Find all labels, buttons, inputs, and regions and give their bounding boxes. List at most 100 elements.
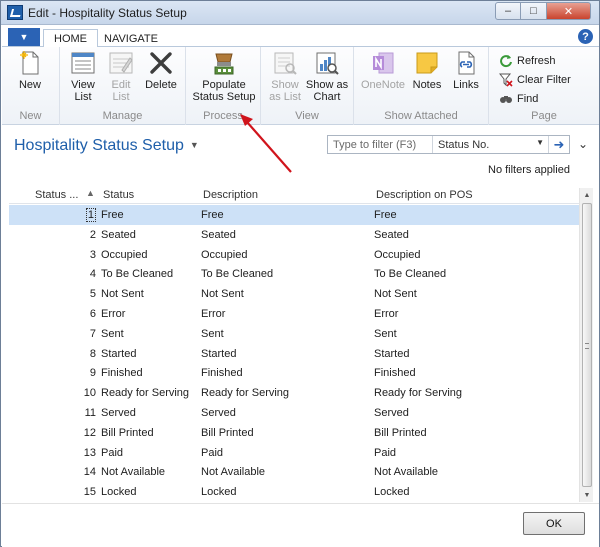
filter-field-select[interactable]: Status No. ▼ [433,136,548,153]
cell-status-no[interactable]: 12 [69,427,96,439]
cell-status[interactable]: To Be Cleaned [101,268,173,280]
column-header-description-on-pos[interactable]: Description on POS [376,189,473,201]
cell-status-no[interactable]: 15 [69,486,96,498]
cell-status-no[interactable]: 9 [69,367,96,379]
help-icon[interactable]: ? [578,29,593,44]
cell-description[interactable]: Started [201,348,236,360]
new-button[interactable]: New [11,50,49,91]
cell-description[interactable]: Not Available [201,466,265,478]
cell-status[interactable]: Occupied [101,249,147,261]
cell-status[interactable]: Sent [101,328,124,340]
edit-list-button[interactable]: Edit List [104,50,138,103]
maximize-button[interactable]: □ [521,2,547,20]
application-menu-button[interactable]: ▼ [8,28,40,46]
clear-filter-button[interactable]: Clear Filter [499,70,571,89]
cell-description-on-pos[interactable]: Error [374,308,398,320]
cell-description[interactable]: Error [201,308,225,320]
onenote-button[interactable]: OneNote [360,50,406,91]
table-row[interactable]: 1 Free Free Free [9,205,579,225]
cell-status[interactable]: Ready for Serving [101,387,189,399]
table-row[interactable]: 8 Started Started Started [9,344,579,364]
cell-description-on-pos[interactable]: Seated [374,229,409,241]
find-button[interactable]: Find [499,89,571,108]
page-title[interactable]: Hospitality Status Setup ▼ [14,137,199,155]
links-button[interactable]: Links [449,50,483,91]
cell-status-no[interactable]: 8 [69,348,96,360]
filter-input[interactable] [328,136,433,153]
cell-description-on-pos[interactable]: Bill Printed [374,427,427,439]
tab-home[interactable]: HOME [43,29,98,48]
page-title-dropdown-icon[interactable]: ▼ [190,140,199,150]
table-row[interactable]: 6 Error Error Error [9,304,579,324]
cell-status-no[interactable]: 5 [69,288,96,300]
cell-status[interactable]: Locked [101,486,136,498]
cell-description-on-pos[interactable]: Locked [374,486,409,498]
cell-description[interactable]: To Be Cleaned [201,268,273,280]
table-row[interactable]: 3 Occupied Occupied Occupied [9,245,579,265]
cell-description-on-pos[interactable]: To Be Cleaned [374,268,446,280]
ok-button[interactable]: OK [523,512,585,535]
scroll-up-icon[interactable]: ▲ [580,188,594,202]
cell-description[interactable]: Sent [201,328,224,340]
cell-description[interactable]: Served [201,407,236,419]
cell-status-no[interactable]: 10 [69,387,96,399]
table-row[interactable]: 5 Not Sent Not Sent Not Sent [9,284,579,304]
cell-description[interactable]: Paid [201,447,223,459]
view-list-button[interactable]: View List [66,50,100,103]
cell-description[interactable]: Not Sent [201,288,244,300]
cell-description[interactable]: Locked [201,486,236,498]
filter-apply-arrow-icon[interactable]: ➜ [548,136,569,153]
delete-button[interactable]: Delete [142,50,180,91]
close-button[interactable]: ✕ [547,2,591,20]
cell-status-no[interactable]: 3 [69,249,96,261]
vertical-scrollbar[interactable]: ▲ ▼ [579,188,593,502]
cell-description-on-pos[interactable]: Started [374,348,409,360]
cell-description[interactable]: Free [201,209,224,221]
table-row[interactable]: 14 Not Available Not Available Not Availabl… [9,462,579,482]
tab-navigate[interactable]: NAVIGATE [94,29,168,48]
cell-status-no[interactable]: 6 [69,308,96,320]
cell-description-on-pos[interactable]: Ready for Serving [374,387,462,399]
cell-description-on-pos[interactable]: Finished [374,367,416,379]
table-row[interactable]: 12 Bill Printed Bill Printed Bill Printed [9,423,579,443]
show-as-list-button[interactable]: Show as List [267,50,303,103]
table-row[interactable]: 9 Finished Finished Finished [9,363,579,383]
cell-description-on-pos[interactable]: Paid [374,447,396,459]
cell-description[interactable]: Occupied [201,249,247,261]
cell-status[interactable]: Not Available [101,466,165,478]
table-row[interactable]: 13 Paid Paid Paid [9,443,579,463]
cell-status-no[interactable]: 14 [69,466,96,478]
table-row[interactable]: 11 Served Served Served [9,403,579,423]
table-row[interactable]: 4 To Be Cleaned To Be Cleaned To Be Cleaned [9,264,579,284]
cell-status[interactable]: Free [101,209,124,221]
cell-description[interactable]: Ready for Serving [201,387,289,399]
cell-status-no[interactable]: 11 [69,407,96,419]
cell-status-no[interactable]: 4 [69,268,96,280]
table-row[interactable]: 2 Seated Seated Seated [9,225,579,245]
table-row[interactable]: 10 Ready for Serving Ready for Serving Read… [9,383,579,403]
table-row[interactable]: 15 Locked Locked Locked [9,482,579,502]
cell-description-on-pos[interactable]: Served [374,407,409,419]
table-row[interactable]: 7 Sent Sent Sent [9,324,579,344]
cell-status[interactable]: Paid [101,447,123,459]
cell-description-on-pos[interactable]: Free [374,209,397,221]
column-header-status-no[interactable]: Status ... [35,189,78,201]
cell-status-no[interactable]: 7 [69,328,96,340]
cell-description-on-pos[interactable]: Sent [374,328,397,340]
scroll-down-icon[interactable]: ▼ [580,488,594,502]
cell-status[interactable]: Error [101,308,125,320]
minimize-button[interactable]: – [495,2,521,20]
cell-description[interactable]: Finished [201,367,243,379]
show-as-chart-button[interactable]: Show as Chart [305,50,349,103]
cell-status[interactable]: Served [101,407,136,419]
cell-description-on-pos[interactable]: Not Sent [374,288,417,300]
cell-status-no[interactable]: 2 [69,229,96,241]
cell-description[interactable]: Seated [201,229,236,241]
cell-status[interactable]: Bill Printed [101,427,154,439]
notes-button[interactable]: Notes [411,50,443,91]
title-bar[interactable]: Edit - Hospitality Status Setup – □ ✕ [1,1,599,25]
cell-description-on-pos[interactable]: Not Available [374,466,438,478]
collapse-filter-chevron-icon[interactable]: ⌄ [578,137,588,151]
cell-status[interactable]: Not Sent [101,288,144,300]
scrollbar-thumb[interactable] [582,203,592,487]
